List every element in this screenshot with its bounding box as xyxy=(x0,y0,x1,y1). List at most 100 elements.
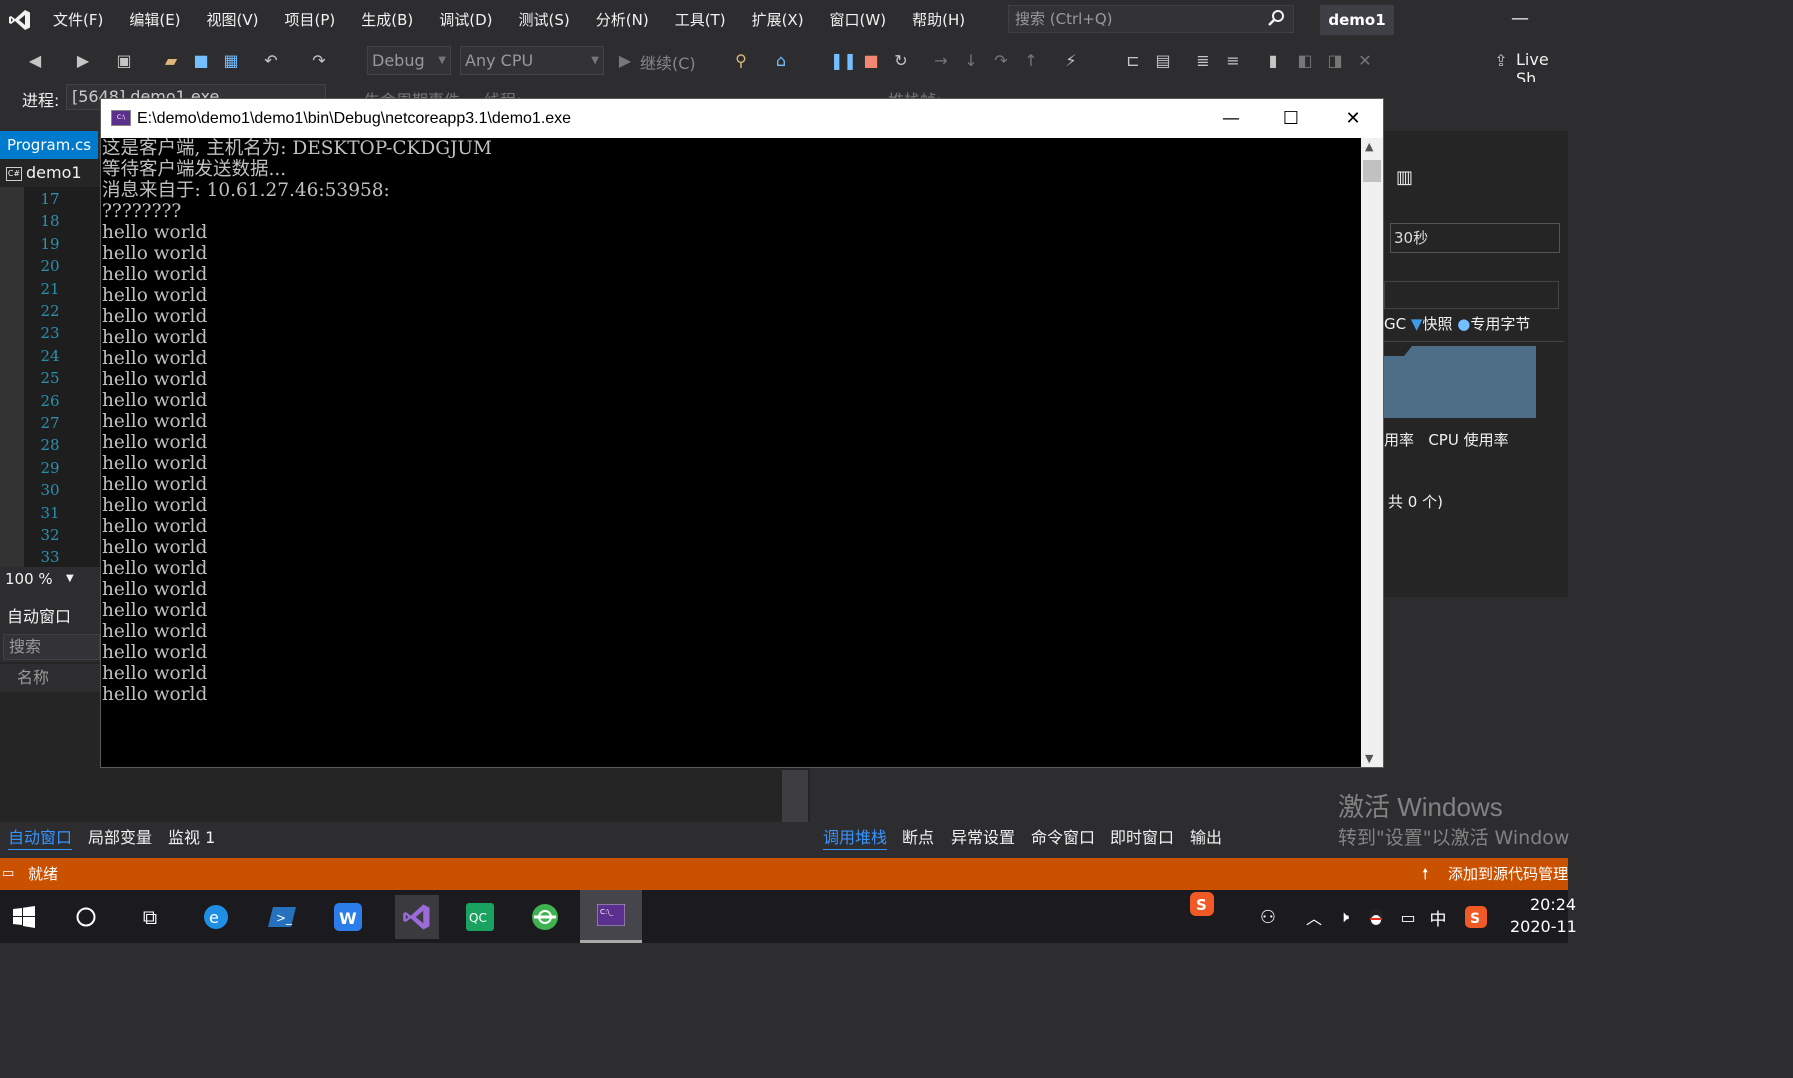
back-icon[interactable]: ◀ xyxy=(24,50,46,72)
console-maximize-button[interactable]: ☐ xyxy=(1261,99,1321,138)
tab-memory-usage[interactable]: 用率 xyxy=(1384,431,1414,449)
wps-office-icon[interactable]: W xyxy=(330,899,366,935)
bottom-tab[interactable]: 自动窗口 xyxy=(8,826,73,850)
bottom-tab[interactable]: 即时窗口 xyxy=(1110,826,1174,850)
console-line: hello world xyxy=(102,516,208,537)
windows-start-icon[interactable] xyxy=(6,899,42,935)
console-line: hello world xyxy=(102,600,208,621)
next-bookmark-icon[interactable]: ◨ xyxy=(1324,50,1346,72)
browser-360-icon[interactable] xyxy=(527,899,563,935)
indent-icon[interactable]: ≣ xyxy=(1192,50,1214,72)
powershell-icon[interactable]: >_ xyxy=(264,899,300,935)
add-to-source-control-button[interactable]: 添加到源代码管理 xyxy=(1448,858,1568,890)
taskbar-clock[interactable]: 20:24 2020-11 xyxy=(1510,894,1577,938)
console-title-bar[interactable]: C:\ E:\demo\demo1\demo1\bin\Debug\netcor… xyxy=(101,99,1383,138)
console-minimize-button[interactable]: — xyxy=(1201,99,1261,138)
menu-item[interactable]: 工具(T) xyxy=(662,0,739,40)
sogou-input-icon[interactable]: S xyxy=(1458,899,1494,935)
autos-search-input[interactable]: 搜索(Ctrl+E) xyxy=(3,634,100,680)
console-line: hello world xyxy=(102,222,208,243)
minimize-button[interactable]: — xyxy=(1500,5,1540,35)
application-insights-icon[interactable]: ⌂ xyxy=(770,50,792,72)
threads-icon[interactable]: ⊏ xyxy=(1122,50,1144,72)
menu-item[interactable]: 项目(P) xyxy=(272,0,349,40)
bottom-tab[interactable]: 输出 xyxy=(1190,826,1222,850)
live-share-icon[interactable]: ⇪ xyxy=(1490,50,1512,72)
console-app-icon: C:\ xyxy=(111,110,131,126)
console-scrollbar[interactable]: ▲ ▼ xyxy=(1361,138,1383,767)
new-project-icon[interactable]: ▣ xyxy=(113,50,135,72)
platform-select[interactable]: Any CPU ▼ xyxy=(460,46,604,75)
continue-button[interactable]: 继续(C) xyxy=(640,50,696,74)
menu-item[interactable]: 生成(B) xyxy=(348,0,426,40)
diagnostics-chart-icon[interactable]: ▥ xyxy=(1396,167,1413,188)
menu-item[interactable]: 视图(V) xyxy=(194,0,272,40)
stop-icon[interactable]: ■ xyxy=(860,50,882,72)
step-over-icon[interactable]: ↷ xyxy=(990,50,1012,72)
search-input[interactable]: 搜索 (Ctrl+Q) xyxy=(1008,5,1294,33)
step-out-icon[interactable]: ↑ xyxy=(1020,50,1042,72)
scroll-up-icon[interactable]: ▲ xyxy=(1365,140,1373,153)
show-next-statement-icon[interactable]: → xyxy=(930,50,952,72)
edge-browser-icon[interactable]: e xyxy=(198,899,234,935)
bookmark-icon[interactable]: ▮ xyxy=(1262,50,1284,72)
console-line: ???????? xyxy=(102,201,182,222)
save-icon[interactable]: ■ xyxy=(190,50,212,72)
menu-item[interactable]: 测试(S) xyxy=(506,0,583,40)
menu-item[interactable]: 扩展(X) xyxy=(739,0,817,40)
hot-reload-icon[interactable]: ⚡ xyxy=(1060,50,1082,72)
tab-program-cs[interactable]: Program.cs xyxy=(0,131,98,159)
console-line: hello world xyxy=(102,243,208,264)
visual-studio-logo-icon[interactable] xyxy=(0,0,40,40)
zoom-select[interactable]: 100 % ▼ xyxy=(0,567,100,591)
bottom-tab[interactable]: 断点 xyxy=(902,826,934,850)
console-close-button[interactable]: ✕ xyxy=(1323,99,1383,138)
bottom-tab[interactable]: 异常设置 xyxy=(951,826,1015,850)
play-icon[interactable]: ▶ xyxy=(614,50,636,72)
input-method-indicator[interactable]: 中 xyxy=(1420,899,1456,935)
project-navigation-dropdown[interactable]: C# demo1 xyxy=(0,159,100,187)
forward-icon[interactable]: ▶ xyxy=(72,50,94,72)
parallel-stacks-icon[interactable]: ▤ xyxy=(1152,50,1174,72)
sogou-tray-icon[interactable]: S xyxy=(1184,886,1220,922)
menu-item[interactable]: 调试(D) xyxy=(426,0,505,40)
timeline-ruler[interactable]: 30秒 xyxy=(1390,223,1560,253)
menu-item[interactable]: 分析(N) xyxy=(583,0,662,40)
menu-item[interactable]: 窗口(W) xyxy=(817,0,900,40)
step-into-icon[interactable]: ↓ xyxy=(960,50,982,72)
console-scroll-thumb[interactable] xyxy=(1363,160,1381,182)
qc-app-icon[interactable]: QC xyxy=(462,899,498,935)
visual-studio-taskbar-icon[interactable] xyxy=(395,895,439,939)
restart-icon[interactable]: ↻ xyxy=(890,50,912,72)
console-window[interactable]: C:\ E:\demo\demo1\demo1\bin\Debug\netcor… xyxy=(100,98,1384,768)
task-view-icon[interactable]: ⧉ xyxy=(132,899,168,935)
find-in-files-icon[interactable]: ⚲ xyxy=(730,50,752,72)
autos-scrollbar[interactable] xyxy=(782,770,808,822)
scroll-down-icon[interactable]: ▼ xyxy=(1365,752,1373,765)
pause-icon[interactable]: ❚❚ xyxy=(830,50,857,72)
menu-item[interactable]: 文件(F) xyxy=(40,0,116,40)
menu-item[interactable]: 编辑(E) xyxy=(116,0,193,40)
bottom-tab[interactable]: 命令窗口 xyxy=(1031,826,1095,850)
outdent-icon[interactable]: ≡ xyxy=(1222,50,1244,72)
prev-bookmark-icon[interactable]: ◧ xyxy=(1294,50,1316,72)
redo-icon[interactable]: ↷ xyxy=(308,50,330,72)
solution-config-select[interactable]: Debug ▼ xyxy=(367,46,451,75)
search-circle-icon[interactable] xyxy=(68,899,104,935)
clear-bookmarks-icon[interactable]: ✕ xyxy=(1354,50,1376,72)
undo-icon[interactable]: ↶ xyxy=(260,50,282,72)
save-all-icon[interactable]: ▦ xyxy=(220,50,242,72)
people-icon[interactable]: ⚇ xyxy=(1250,899,1286,935)
bottom-tab[interactable]: 调用堆栈 xyxy=(823,826,888,850)
indicator-margin[interactable] xyxy=(0,187,24,567)
bottom-tab[interactable]: 监视 1 xyxy=(168,826,215,850)
tab-cpu-usage[interactable]: CPU 使用率 xyxy=(1428,431,1508,449)
autos-name-column-header[interactable]: 名称 xyxy=(0,664,100,692)
console-line: hello world xyxy=(102,369,208,390)
qq-tray-icon[interactable] xyxy=(1358,899,1394,935)
bottom-tab[interactable]: 局部变量 xyxy=(88,826,152,850)
open-file-icon[interactable]: ▰ xyxy=(160,50,182,72)
menu-item[interactable]: 帮助(H) xyxy=(899,0,978,40)
volume-icon[interactable]: 🕨 xyxy=(1326,899,1362,935)
console-taskbar-icon[interactable]: C:\_ xyxy=(580,890,642,943)
